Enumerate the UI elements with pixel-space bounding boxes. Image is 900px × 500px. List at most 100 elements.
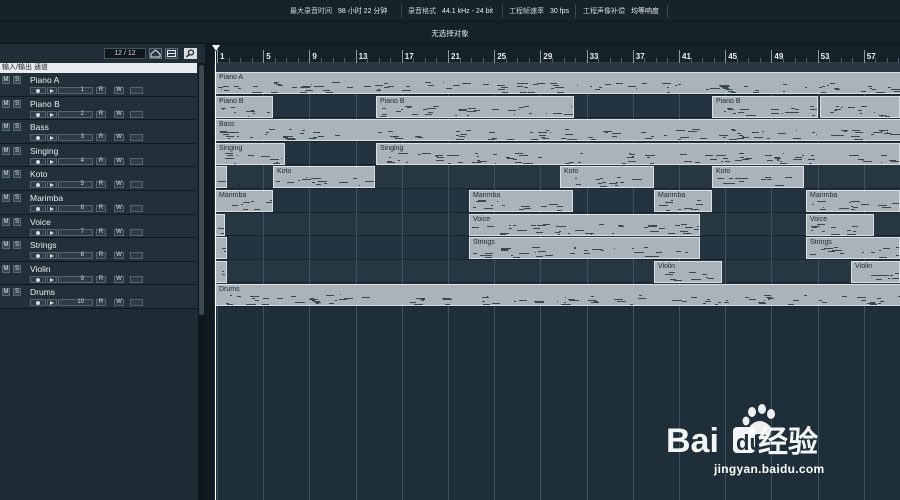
channel-number[interactable]: 9 bbox=[58, 275, 93, 283]
track-header[interactable]: M S Piano A 1 R W bbox=[0, 73, 197, 97]
read-automation-button[interactable]: R bbox=[96, 228, 106, 236]
show-lanes-button[interactable] bbox=[130, 252, 143, 260]
write-automation-button[interactable]: W bbox=[114, 87, 124, 94]
solo-button[interactable]: S bbox=[13, 123, 21, 132]
solo-button[interactable]: S bbox=[13, 288, 21, 297]
track-header[interactable]: M S Singing 4 R W bbox=[0, 143, 197, 168]
read-automation-button[interactable]: R bbox=[96, 181, 106, 189]
midi-part[interactable]: Piano B bbox=[376, 95, 574, 118]
monitor-button[interactable] bbox=[47, 134, 57, 142]
frame-rate[interactable]: 工程帧速率 30 fps bbox=[509, 6, 569, 17]
track-name[interactable]: Strings bbox=[30, 240, 56, 250]
show-lanes-button[interactable] bbox=[130, 205, 143, 212]
show-lanes-button[interactable] bbox=[130, 181, 143, 189]
midi-part[interactable]: Drums bbox=[215, 284, 900, 307]
solo-button[interactable]: S bbox=[13, 146, 21, 155]
channel-number[interactable]: 1 bbox=[58, 87, 93, 94]
midi-part[interactable]: Violin bbox=[654, 260, 722, 283]
panel-splitter[interactable] bbox=[205, 44, 214, 500]
midi-part[interactable]: Koto bbox=[560, 166, 654, 189]
midi-part[interactable] bbox=[820, 95, 900, 118]
track-name[interactable]: Piano A bbox=[30, 75, 59, 85]
read-automation-button[interactable]: R bbox=[96, 134, 106, 142]
write-automation-button[interactable]: W bbox=[114, 252, 124, 260]
read-automation-button[interactable]: R bbox=[96, 252, 106, 260]
monitor-button[interactable] bbox=[47, 181, 57, 189]
channel-number[interactable]: 6 bbox=[58, 205, 93, 212]
solo-button[interactable]: S bbox=[13, 76, 21, 84]
record-enable-button[interactable] bbox=[30, 205, 46, 212]
record-format[interactable]: 录音格式 44.1 kHz - 24 bit bbox=[408, 6, 493, 17]
write-automation-button[interactable]: W bbox=[114, 275, 124, 283]
midi-part[interactable]: Piano A bbox=[215, 72, 900, 94]
midi-part[interactable]: Marimba bbox=[806, 190, 900, 212]
track-name[interactable]: Voice bbox=[30, 217, 51, 227]
track-header[interactable]: M S Bass 3 R W bbox=[0, 120, 197, 144]
monitor-button[interactable] bbox=[47, 252, 57, 260]
read-automation-button[interactable]: R bbox=[96, 275, 106, 283]
write-automation-button[interactable]: W bbox=[114, 228, 124, 236]
track-name[interactable]: Bass bbox=[30, 122, 49, 132]
read-automation-button[interactable]: R bbox=[96, 110, 106, 118]
mute-button[interactable]: M bbox=[2, 123, 10, 132]
max-record-time[interactable]: 最大录音时间 98 小时 22 分钟 bbox=[290, 6, 387, 17]
track-name[interactable]: Marimba bbox=[30, 193, 63, 203]
monitor-button[interactable] bbox=[47, 299, 57, 307]
record-enable-button[interactable] bbox=[30, 252, 46, 260]
pan-law[interactable]: 工程声像补偿 均等响度 bbox=[583, 6, 659, 17]
record-enable-button[interactable] bbox=[30, 181, 46, 189]
track-list-scrollbar[interactable] bbox=[198, 63, 205, 500]
track-header[interactable]: M S Marimba 6 R W bbox=[0, 191, 197, 215]
track-header[interactable]: M S Koto 5 R W bbox=[0, 167, 197, 191]
read-automation-button[interactable]: R bbox=[96, 299, 106, 307]
mute-button[interactable]: M bbox=[2, 241, 10, 250]
timeline-ruler[interactable]: 1 5 9 13 17 21 25 29 33 37 41 45 49 53 57 bbox=[214, 44, 900, 63]
track-header[interactable]: M S Strings 8 R W bbox=[0, 238, 197, 262]
mute-button[interactable]: M bbox=[2, 76, 10, 84]
search-track-button[interactable] bbox=[184, 48, 197, 59]
channel-number[interactable]: 3 bbox=[58, 134, 93, 142]
midi-part[interactable]: Bass bbox=[215, 119, 900, 142]
mute-button[interactable]: M bbox=[2, 99, 10, 108]
midi-part[interactable]: Marimba bbox=[215, 190, 273, 212]
track-header[interactable]: M S Piano B 2 R W bbox=[0, 96, 197, 121]
monitor-button[interactable] bbox=[47, 157, 57, 165]
monitor-button[interactable] bbox=[47, 275, 57, 283]
show-lanes-button[interactable] bbox=[130, 275, 143, 283]
midi-part[interactable]: Voice bbox=[469, 213, 700, 236]
record-enable-button[interactable] bbox=[30, 134, 46, 142]
write-automation-button[interactable]: W bbox=[114, 299, 124, 307]
midi-part[interactable] bbox=[215, 166, 227, 189]
track-list-button[interactable] bbox=[165, 48, 178, 59]
monitor-button[interactable] bbox=[47, 110, 57, 118]
channel-number[interactable]: 4 bbox=[58, 157, 93, 165]
mute-button[interactable]: M bbox=[2, 194, 10, 202]
channel-number[interactable]: 7 bbox=[58, 228, 93, 236]
track-header[interactable]: M S Voice 7 R W bbox=[0, 214, 197, 239]
midi-part[interactable]: Strings bbox=[469, 237, 700, 260]
write-automation-button[interactable]: W bbox=[114, 110, 124, 118]
midi-part[interactable]: Koto bbox=[712, 166, 804, 189]
io-channel-header[interactable]: 输入/输出 通道 bbox=[0, 63, 197, 73]
monitor-button[interactable] bbox=[47, 205, 57, 212]
midi-part[interactable]: Marimba bbox=[469, 190, 573, 212]
midi-part[interactable] bbox=[215, 213, 225, 236]
show-lanes-button[interactable] bbox=[130, 87, 143, 94]
show-lanes-button[interactable] bbox=[130, 228, 143, 236]
track-header[interactable]: M S Violin 9 R W bbox=[0, 261, 197, 286]
channel-number[interactable]: 5 bbox=[58, 181, 93, 189]
midi-part[interactable] bbox=[215, 237, 227, 260]
midi-part[interactable]: Strings bbox=[806, 237, 900, 260]
solo-button[interactable]: S bbox=[13, 241, 21, 250]
midi-part[interactable]: Piano B bbox=[712, 95, 818, 118]
track-presets-button[interactable] bbox=[149, 48, 162, 59]
midi-part[interactable]: Singing bbox=[376, 142, 900, 165]
channel-number[interactable]: 8 bbox=[58, 252, 93, 260]
mute-button[interactable]: M bbox=[2, 264, 10, 273]
record-enable-button[interactable] bbox=[30, 275, 46, 283]
midi-part[interactable]: Violin bbox=[851, 260, 900, 283]
solo-button[interactable]: S bbox=[13, 194, 21, 202]
mute-button[interactable]: M bbox=[2, 170, 10, 179]
solo-button[interactable]: S bbox=[13, 170, 21, 179]
write-automation-button[interactable]: W bbox=[114, 181, 124, 189]
